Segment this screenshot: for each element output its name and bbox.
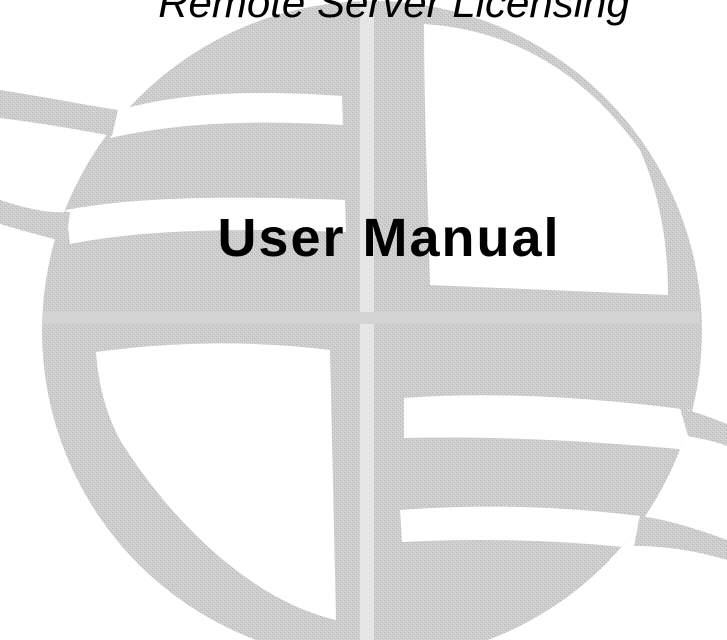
emblem-horizontal-bar	[42, 312, 700, 324]
emblem-swoosh-right-1	[680, 408, 727, 446]
manual-cover-page: Remote Server Licensing User Manual	[0, 0, 727, 640]
emblem-swoosh-right-2	[634, 516, 727, 560]
document-title: User Manual	[217, 208, 561, 268]
document-subtitle: Remote Server Licensing	[158, 0, 630, 26]
globe-watermark-icon	[0, 1, 727, 640]
emblem-swoosh-left-1	[0, 90, 118, 136]
